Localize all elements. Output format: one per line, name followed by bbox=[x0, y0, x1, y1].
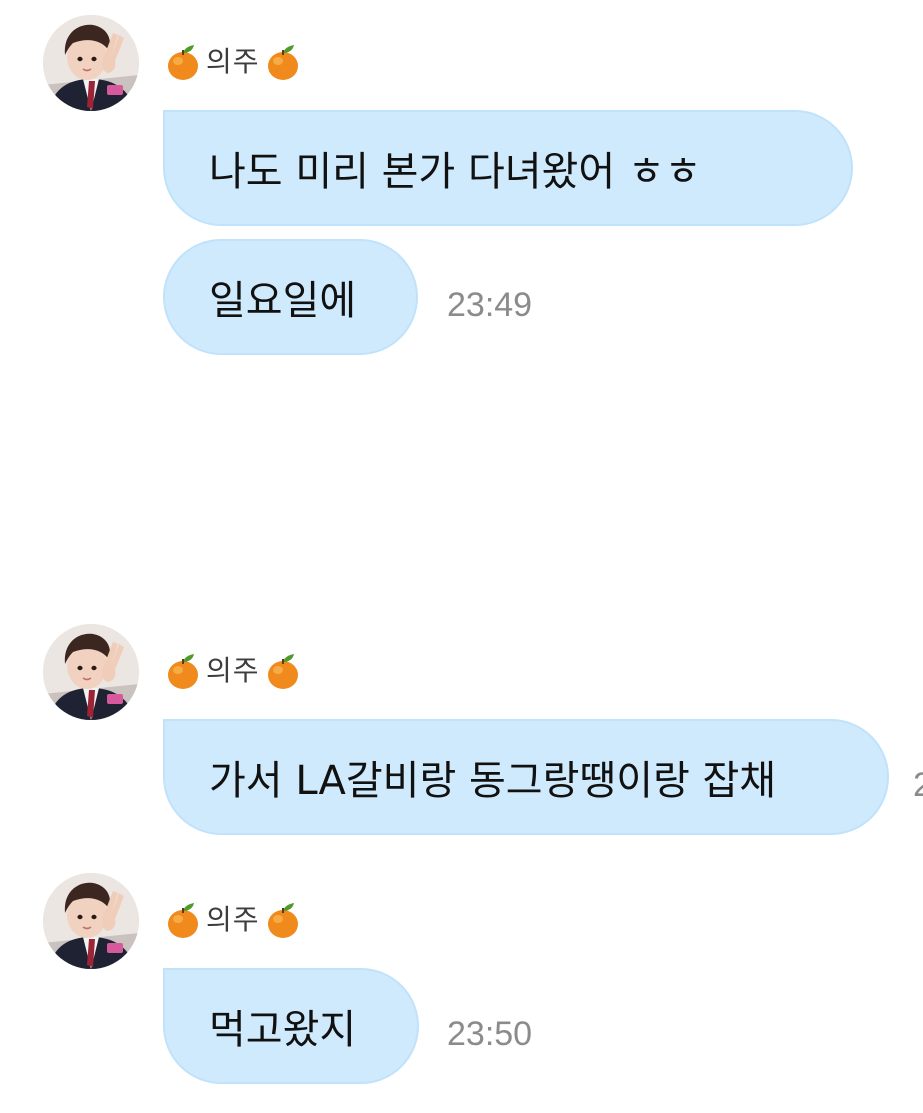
sender-name-row: 의주 bbox=[166, 651, 300, 691]
sender-name: 의주 bbox=[206, 45, 260, 78]
message-bubble[interactable]: 먹고왔지 bbox=[163, 968, 419, 1084]
sender-name: 의주 bbox=[206, 654, 260, 687]
sender-name-row: 의주 bbox=[166, 900, 300, 940]
tangerine-icon bbox=[166, 901, 200, 939]
sender-avatar[interactable] bbox=[43, 15, 139, 111]
profile-photo-icon bbox=[43, 624, 139, 720]
sender-avatar[interactable] bbox=[43, 873, 139, 969]
message-bubble[interactable]: 일요일에 bbox=[163, 239, 418, 355]
message-bubble[interactable]: 나도 미리 본가 다녀왔어 ㅎㅎ bbox=[163, 110, 853, 226]
tangerine-icon bbox=[266, 652, 300, 690]
message-timestamp: 23:49 bbox=[447, 286, 533, 324]
tangerine-icon bbox=[166, 43, 200, 81]
profile-photo-icon bbox=[43, 15, 139, 111]
sender-name: 의주 bbox=[206, 903, 260, 936]
sender-avatar[interactable] bbox=[43, 624, 139, 720]
message-timestamp: 23:50 bbox=[447, 1015, 533, 1053]
tangerine-icon bbox=[266, 901, 300, 939]
profile-photo-icon bbox=[43, 873, 139, 969]
tangerine-icon bbox=[166, 652, 200, 690]
tangerine-icon bbox=[266, 43, 300, 81]
sender-name-row: 의주 bbox=[166, 42, 300, 82]
message-timestamp: 2 bbox=[913, 766, 923, 804]
message-bubble[interactable]: 가서 LA갈비랑 동그랑땡이랑 잡채 bbox=[163, 719, 889, 835]
